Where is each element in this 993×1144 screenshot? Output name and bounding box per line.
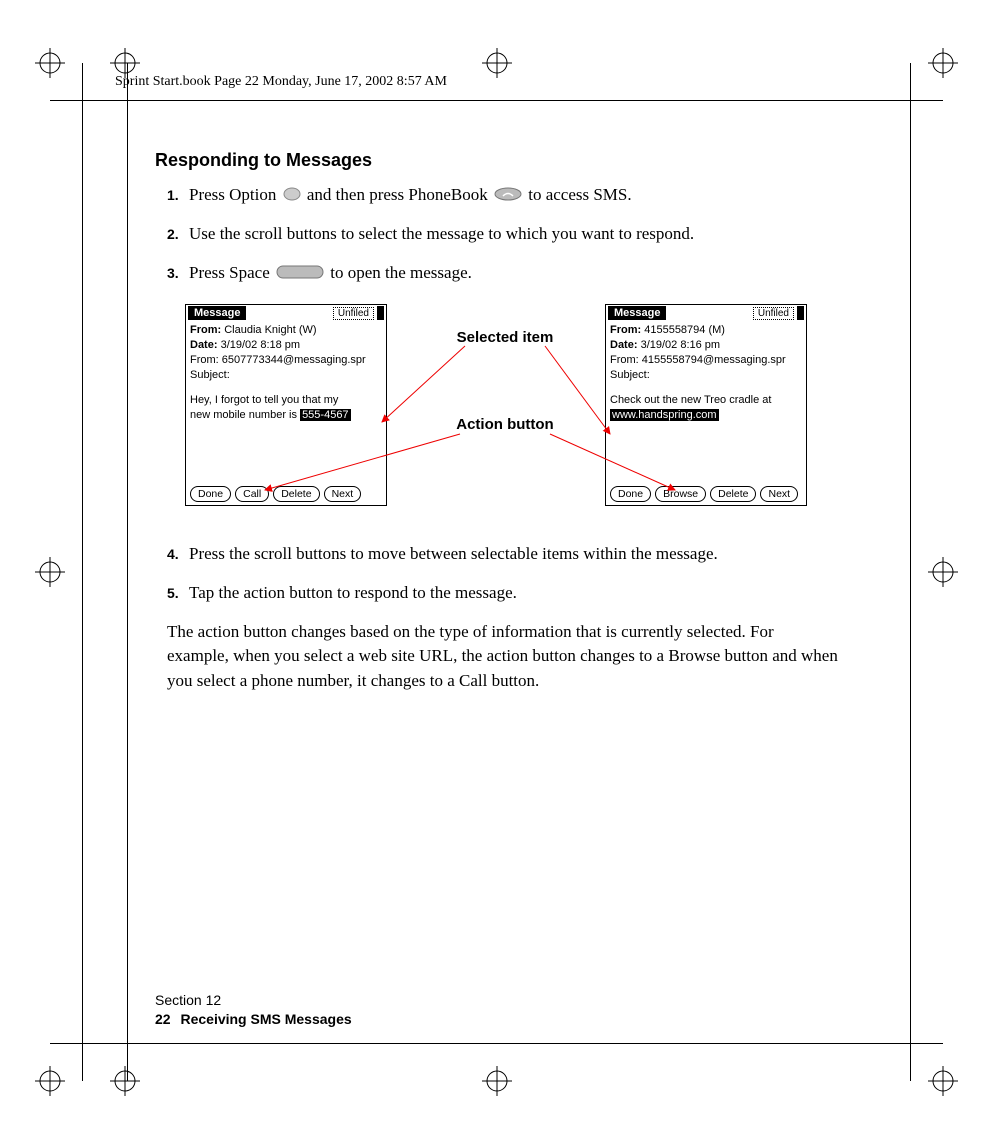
value: 3/19/02 8:18 pm <box>218 339 301 351</box>
selected-url: www.handspring.com <box>610 409 719 421</box>
text-line: From: 4155558794@messaging.spr <box>610 353 802 368</box>
crop-mark-icon <box>35 1066 65 1096</box>
palm-scrollbar <box>797 306 804 320</box>
step-3: 3. Press Space to open the message. <box>167 261 838 286</box>
palm-titlebar: Message Unfiled <box>606 305 806 321</box>
trim-line <box>50 1043 943 1044</box>
palm-button-row: Done Call Delete Next <box>186 486 386 502</box>
crop-mark-icon <box>928 48 958 78</box>
page-footer: Section 12 22 Receiving SMS Messages <box>155 991 352 1029</box>
selected-phone-number: 555-4567 <box>300 409 351 421</box>
crop-mark-icon <box>928 1066 958 1096</box>
step-1: 1. Press Option and then press PhoneBook… <box>167 183 838 208</box>
browse-button[interactable]: Browse <box>655 486 706 502</box>
step-number: 3. <box>167 261 189 283</box>
crop-mark-icon <box>928 557 958 587</box>
label: From: <box>190 324 221 336</box>
crop-mark-icon <box>482 1066 512 1096</box>
callout-action-button: Action button <box>440 416 570 433</box>
palm-body: From: 4155558794 (M) Date: 3/19/02 8:16 … <box>606 321 806 422</box>
crop-mark-icon <box>35 48 65 78</box>
trim-line <box>82 63 83 1081</box>
palm-category: Unfiled <box>333 307 374 320</box>
text: and then press PhoneBook <box>307 185 492 204</box>
text: Press Space <box>189 263 274 282</box>
step-number: 4. <box>167 542 189 564</box>
text: Press Option <box>189 185 281 204</box>
step-number: 2. <box>167 222 189 244</box>
text-line: Hey, I forgot to tell you that my <box>190 393 382 408</box>
crop-mark-icon <box>35 557 65 587</box>
label: Date: <box>610 339 638 351</box>
step-text: Press Space to open the message. <box>189 261 838 286</box>
trim-line <box>127 63 128 1081</box>
delete-button[interactable]: Delete <box>273 486 319 502</box>
palm-body: From: Claudia Knight (W) Date: 3/19/02 8… <box>186 321 386 422</box>
palm-screenshot-left: Message Unfiled From: Claudia Knight (W)… <box>185 304 387 506</box>
palm-titlebar: Message Unfiled <box>186 305 386 321</box>
page-content: Responding to Messages 1. Press Option a… <box>155 150 838 694</box>
palm-scrollbar <box>377 306 384 320</box>
body-paragraph: The action button changes based on the t… <box>167 620 838 694</box>
phonebook-key-icon <box>494 184 522 209</box>
step-text: Tap the action button to respond to the … <box>189 581 838 606</box>
crop-mark-icon <box>482 48 512 78</box>
call-button[interactable]: Call <box>235 486 269 502</box>
done-button[interactable]: Done <box>190 486 231 502</box>
step-5: 5. Tap the action button to respond to t… <box>167 581 838 606</box>
figure: Message Unfiled From: Claudia Knight (W)… <box>185 304 838 524</box>
step-text: Press the scroll buttons to move between… <box>189 542 838 567</box>
done-button[interactable]: Done <box>610 486 651 502</box>
text-line: Subject: <box>610 368 802 383</box>
value: 4155558794 (M) <box>641 324 725 336</box>
text: to access SMS. <box>528 185 631 204</box>
palm-category: Unfiled <box>753 307 794 320</box>
step-2: 2. Use the scroll buttons to select the … <box>167 222 838 247</box>
step-4: 4. Press the scroll buttons to move betw… <box>167 542 838 567</box>
section-label: Section 12 <box>155 991 352 1010</box>
delete-button[interactable]: Delete <box>710 486 756 502</box>
value: Claudia Knight (W) <box>221 324 316 336</box>
trim-line <box>910 63 911 1081</box>
page-number: 22 <box>155 1010 171 1029</box>
palm-button-row: Done Browse Delete Next <box>606 486 806 502</box>
space-key-icon <box>276 262 324 287</box>
text-line: Check out the new Treo cradle at <box>610 393 802 408</box>
trim-line <box>50 100 943 101</box>
value: 3/19/02 8:16 pm <box>638 339 721 351</box>
text-line: Subject: <box>190 368 382 383</box>
step-text: Press Option and then press PhoneBook to… <box>189 183 838 208</box>
label: From: <box>610 324 641 336</box>
label: Date: <box>190 339 218 351</box>
callout-selected-item: Selected item <box>440 329 570 346</box>
step-text: Use the scroll buttons to select the mes… <box>189 222 838 247</box>
section-heading: Responding to Messages <box>155 150 838 171</box>
palm-title: Message <box>188 306 246 320</box>
palm-title: Message <box>608 306 666 320</box>
step-number: 5. <box>167 581 189 603</box>
next-button[interactable]: Next <box>324 486 362 502</box>
option-key-icon <box>283 184 301 209</box>
text: to open the message. <box>330 263 472 282</box>
next-button[interactable]: Next <box>760 486 798 502</box>
text: new mobile number is <box>190 409 300 421</box>
footer-title: Receiving SMS Messages <box>180 1011 351 1027</box>
palm-screenshot-right: Message Unfiled From: 4155558794 (M) Dat… <box>605 304 807 506</box>
crop-mark-icon <box>110 1066 140 1096</box>
text-line: From: 6507773344@messaging.spr <box>190 353 382 368</box>
page-header: Sprint Start.book Page 22 Monday, June 1… <box>115 74 447 90</box>
step-number: 1. <box>167 183 189 205</box>
